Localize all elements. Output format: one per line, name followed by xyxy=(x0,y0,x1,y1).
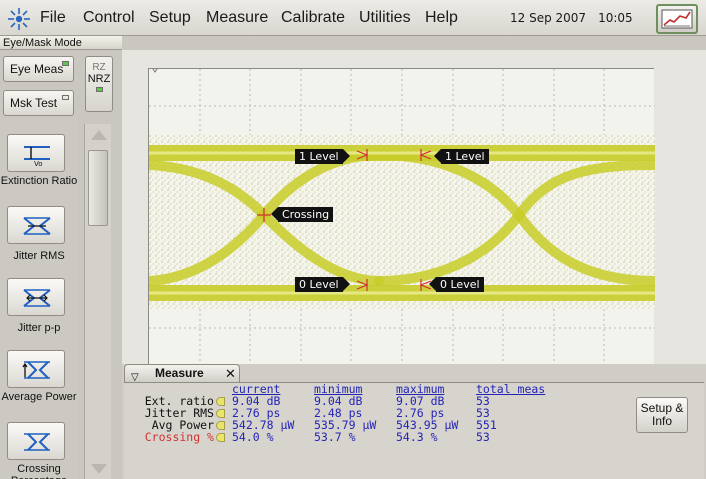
print-icon xyxy=(661,9,693,29)
eye-meas-label: Eye Meas xyxy=(10,62,64,76)
menu-file[interactable]: File xyxy=(40,9,66,27)
crossing-marker: Crossing xyxy=(270,207,334,222)
row-name: Crossing % xyxy=(144,430,214,444)
svg-text:Vo: Vo xyxy=(34,160,43,167)
zero-level-marker-left: 0 Level xyxy=(295,277,349,292)
jitter-pp-icon xyxy=(23,289,51,307)
jitter-pp-label: Jitter p-p xyxy=(17,322,61,334)
measurement-toolbar: Vo Extinction Ratio Jitter RMS Jitter p-… xyxy=(0,118,78,479)
close-icon[interactable]: ✕ xyxy=(225,365,236,382)
agilent-logo-icon xyxy=(8,8,30,30)
jitter-rms-label: Jitter RMS xyxy=(13,250,65,262)
extinction-ratio-button[interactable]: Vo xyxy=(7,134,65,172)
scroll-down-icon[interactable] xyxy=(91,464,107,474)
extinction-ratio-icon: Vo xyxy=(24,146,50,167)
menu-control[interactable]: Control xyxy=(83,9,135,27)
mask-test-label: Msk Test xyxy=(10,96,58,110)
eye-meas-button[interactable]: Eye Meas xyxy=(3,56,74,82)
crossing-percentage-icon: % xyxy=(24,433,50,451)
mode-title: Eye/Mask Mode xyxy=(0,36,122,50)
mask-test-indicator xyxy=(62,95,69,100)
setup-info-label: Setup & Info xyxy=(640,401,684,428)
menu-calibrate[interactable]: Calibrate xyxy=(281,9,345,27)
row-minimum: 53.7 % xyxy=(314,430,356,444)
menu-setup[interactable]: Setup xyxy=(149,9,191,27)
menu-help[interactable]: Help xyxy=(425,9,458,27)
nrz-label: NRZ xyxy=(87,73,111,85)
mask-test-button[interactable]: Msk Test xyxy=(3,90,74,116)
row-maximum: 54.3 % xyxy=(396,430,438,444)
eye-meas-indicator xyxy=(62,61,69,66)
time-label: 10:05 xyxy=(598,11,633,25)
jitter-pp-button[interactable] xyxy=(7,278,65,316)
row-marker-icon xyxy=(216,421,225,430)
measure-tab[interactable]: ▽ Measure ✕ xyxy=(124,364,240,383)
nrz-indicator xyxy=(95,87,103,92)
scroll-up-icon[interactable] xyxy=(91,130,107,140)
measure-title: Measure xyxy=(155,366,204,380)
toolbar-scrollbar[interactable] xyxy=(84,124,111,479)
average-power-icon xyxy=(22,361,50,379)
average-power-button[interactable] xyxy=(7,350,65,388)
average-power-label: Average Power xyxy=(1,391,77,403)
jitter-rms-icon xyxy=(23,217,51,235)
rz-nrz-toggle[interactable]: RZ NRZ xyxy=(85,56,113,112)
date-time: 12 Sep 2007 10:05 xyxy=(510,11,633,25)
row-marker-icon xyxy=(216,397,225,406)
measure-results: current minimum maximum total meas Ext. … xyxy=(124,382,704,479)
menu-measure[interactable]: Measure xyxy=(206,9,268,27)
setup-info-button[interactable]: Setup & Info xyxy=(636,397,688,433)
zero-level-marker-right: 0 Level xyxy=(429,277,484,292)
menu-utilities[interactable]: Utilities xyxy=(359,9,411,27)
rz-label: RZ xyxy=(92,62,106,73)
print-button[interactable] xyxy=(656,4,698,34)
one-level-marker-left: 1 Level xyxy=(295,149,349,164)
jitter-rms-button[interactable] xyxy=(7,206,65,244)
eye-diagram-canvas xyxy=(149,69,655,365)
menu-bar: File Control Setup Measure Calibrate Uti… xyxy=(0,0,706,36)
row-marker-icon xyxy=(216,433,225,442)
crossing-percentage-button[interactable]: % xyxy=(7,422,65,460)
row-marker-icon xyxy=(216,409,225,418)
scroll-thumb[interactable] xyxy=(88,150,108,226)
measure-window: ▽ Measure ✕ current minimum maximum tota… xyxy=(122,364,706,479)
row-current: 54.0 % xyxy=(232,430,274,444)
extinction-ratio-label: Extinction Ratio xyxy=(0,175,78,187)
scroll-indicator-icon xyxy=(152,69,158,73)
date-label: 12 Sep 2007 xyxy=(510,11,587,25)
eye-diagram-display[interactable]: 1 Level 1 Level Crossing 0 Level 0 Level xyxy=(148,68,655,365)
one-level-marker-right: 1 Level xyxy=(434,149,489,164)
row-total: 53 xyxy=(476,430,490,444)
crossing-percentage-label: Crossing Percentage xyxy=(11,463,67,479)
